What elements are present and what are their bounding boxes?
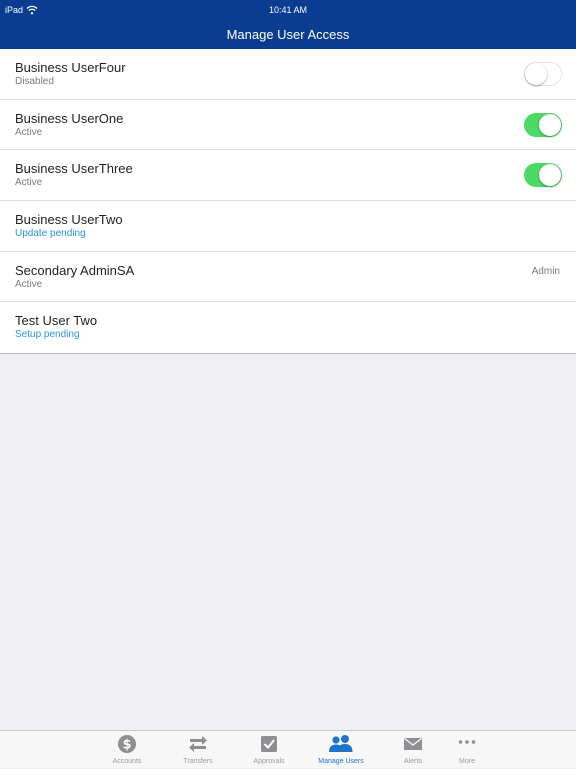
page-title: Manage User Access bbox=[226, 27, 350, 42]
user-name: Business UserFour bbox=[15, 60, 126, 75]
user-name: Test User Two bbox=[15, 313, 98, 329]
access-toggle[interactable] bbox=[524, 112, 562, 137]
tab-label: Manage Users bbox=[318, 758, 364, 765]
user-status: Active bbox=[15, 177, 43, 189]
user-row[interactable]: Business UserOne Active bbox=[0, 100, 576, 151]
user-status: Disabled bbox=[15, 76, 54, 87]
tab-label: Approvals bbox=[253, 758, 285, 765]
tab-accounts[interactable]: $ Accounts bbox=[94, 731, 160, 769]
user-status: Active bbox=[15, 278, 43, 290]
access-toggle[interactable] bbox=[524, 163, 562, 188]
dollar-icon: $ bbox=[117, 734, 137, 754]
user-row[interactable]: Secondary AdminSA Active Admin bbox=[0, 252, 576, 303]
toggle-knob bbox=[539, 113, 561, 136]
navigation-bar: Manage User Access bbox=[0, 20, 576, 49]
user-name: Secondary AdminSA bbox=[15, 262, 135, 278]
role-label: Admin bbox=[531, 265, 560, 277]
user-row[interactable]: Business UserThree Active bbox=[0, 150, 576, 202]
svg-text:$: $ bbox=[122, 738, 131, 753]
envelope-icon bbox=[403, 734, 423, 754]
tab-label: More bbox=[459, 758, 475, 765]
user-row[interactable]: Business UserTwo Update pending bbox=[0, 201, 576, 252]
tab-transfers[interactable]: Transfers bbox=[165, 731, 231, 769]
access-toggle[interactable] bbox=[524, 62, 562, 86]
tab-bar: $ Accounts Transfers Approvals Manage Users A… bbox=[0, 730, 576, 768]
toggle-knob bbox=[525, 63, 547, 85]
user-status: Update pending bbox=[15, 228, 86, 240]
user-row[interactable]: Test User Two Setup pending bbox=[0, 302, 576, 353]
user-status: Active bbox=[15, 126, 43, 138]
tab-manage-users[interactable]: Manage Users bbox=[308, 731, 374, 769]
clock: 10:41 AM bbox=[268, 5, 308, 15]
user-list: Business UserFour Disabled Business UserOn… bbox=[0, 49, 576, 355]
transfer-arrows-icon bbox=[188, 734, 208, 754]
user-name: Business UserTwo bbox=[15, 212, 123, 228]
tab-more[interactable]: More bbox=[434, 731, 500, 769]
status-bar: iPad 10:41 AM bbox=[0, 0, 576, 20]
user-status: Setup pending bbox=[15, 329, 80, 341]
ellipsis-icon bbox=[457, 734, 477, 754]
users-icon bbox=[328, 734, 354, 754]
toggle-knob bbox=[539, 164, 561, 187]
tab-label: Accounts bbox=[112, 758, 142, 765]
tab-approvals[interactable]: Approvals bbox=[236, 731, 302, 769]
checkbox-icon bbox=[259, 734, 279, 754]
tab-label: Transfers bbox=[183, 758, 213, 765]
user-row[interactable]: Business UserFour Disabled bbox=[0, 49, 576, 100]
user-name: Business UserThree bbox=[15, 161, 133, 177]
user-name: Business UserOne bbox=[15, 110, 124, 126]
